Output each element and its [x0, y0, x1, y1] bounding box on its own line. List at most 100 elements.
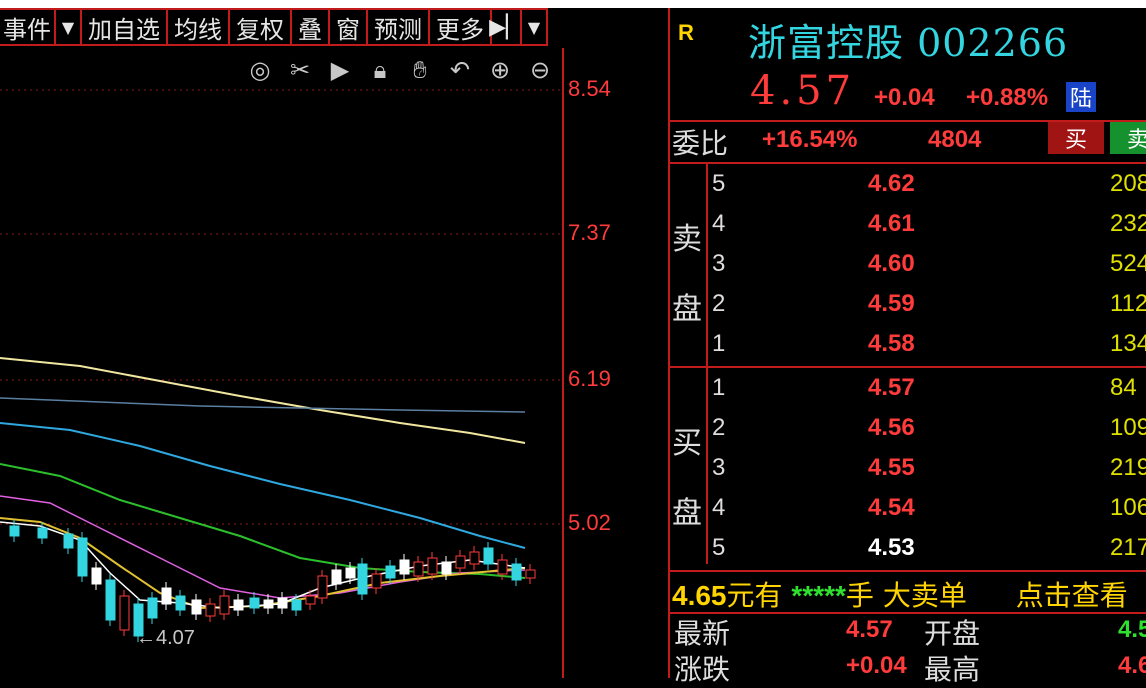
orderbook-price: 4.62: [868, 170, 915, 197]
candle-body: [9, 525, 20, 537]
ma-line-60: [0, 422, 526, 549]
candle-body: [331, 569, 342, 585]
candle-body: [291, 599, 302, 611]
divider: [670, 366, 1146, 368]
candle-body: [119, 595, 130, 631]
orderbook-price: 4.55: [868, 454, 915, 481]
divider: [670, 570, 1146, 572]
orderbook-volume: 524: [1110, 250, 1146, 277]
toolbar-label: 预测: [374, 15, 422, 44]
open-label: 开盘: [924, 617, 981, 650]
price-change: +0.04: [874, 84, 935, 111]
orderbook-volume: 134: [1110, 330, 1146, 357]
weibi-diff: 4804: [928, 126, 982, 153]
change-value: +0.04: [846, 652, 907, 679]
orderbook-price: 4.54: [868, 494, 915, 521]
toolbar-label: 事件: [3, 15, 51, 44]
orderbook-row[interactable]: 2 4.56 109: [670, 410, 1146, 450]
orderbook-price: 4.59: [868, 290, 915, 317]
orderbook-price: 4.61: [868, 210, 915, 237]
alert-view-link[interactable]: 点击查看: [1016, 579, 1128, 612]
alert-price: 4.65: [672, 580, 727, 611]
orderbook-row[interactable]: 5 4.62 208: [670, 166, 1146, 206]
orderbook-price: 4.58: [868, 330, 915, 357]
low-price-annotation: ←4.07: [136, 627, 195, 649]
axis-tick-label: 6.19: [568, 366, 611, 391]
arrow-right-icon[interactable]: ▶▏: [489, 8, 523, 46]
candlesticks: [9, 520, 536, 642]
candle-body: [37, 527, 48, 539]
divider: [670, 612, 1146, 614]
candle-body: [357, 563, 368, 595]
dropdown-glyph: ▼: [527, 17, 541, 37]
candle-body: [385, 565, 396, 579]
stock-title: 浙富控股 002266: [748, 21, 1069, 65]
chevron-down-icon[interactable]: ▼: [522, 8, 548, 46]
orderbook-volume: 217: [1110, 534, 1146, 561]
open-value: 4.5: [1118, 616, 1146, 643]
alert-hand: 手: [845, 579, 874, 612]
toolbar-events-button[interactable]: 事件: [0, 8, 56, 46]
buy-button[interactable]: 买: [1048, 122, 1104, 154]
toolbar-ma-button[interactable]: 均线: [168, 8, 230, 46]
candle-body: [483, 547, 494, 565]
kline-chart[interactable]: ←4.07: [0, 48, 562, 678]
toolbar-label: 均线: [174, 15, 222, 44]
orderbook-row[interactable]: 1 4.58 134: [670, 326, 1146, 366]
sell-button[interactable]: 卖: [1110, 122, 1146, 154]
orderbook-row[interactable]: 5 4.53 217: [670, 530, 1146, 570]
candle-body: [427, 557, 438, 575]
candle-body: [497, 559, 508, 575]
toolbar-window-button[interactable]: 窗: [330, 8, 368, 46]
orderbook-row[interactable]: 3 4.60 524: [670, 246, 1146, 286]
toolbar-add-watchlist-button[interactable]: 加自选: [82, 8, 168, 46]
candle-body: [345, 567, 356, 579]
grid-lines: [0, 89, 562, 525]
candle-body: [63, 533, 74, 549]
orderbook-price: 4.60: [868, 250, 915, 277]
orderbook-volume: 208: [1110, 170, 1146, 197]
candle-body: [191, 599, 202, 615]
toolbar-more-button[interactable]: 更多: [430, 8, 492, 46]
orderbook-row[interactable]: 1 4.57 84: [670, 370, 1146, 410]
candle-body: [413, 561, 424, 577]
orderbook-level: 1: [712, 330, 726, 357]
toolbar-forecast-button[interactable]: 预测: [368, 8, 430, 46]
candle-body: [175, 595, 186, 611]
dropdown-glyph: ▼: [61, 17, 75, 37]
market-badge: 陆: [1066, 82, 1096, 112]
orderbook-row[interactable]: 2 4.59 112: [670, 286, 1146, 326]
orderbook-level: 5: [712, 534, 726, 561]
big-order-alert[interactable]: 4.65元有 *****手 大卖单 点击查看: [672, 574, 1128, 614]
orderbook-row[interactable]: 4 4.61 232: [670, 206, 1146, 246]
price-axis: 8.54 7.37 6.19 5.02: [562, 48, 668, 678]
candle-body: [219, 595, 230, 615]
candle-body: [263, 599, 274, 609]
toolbar-overlay-button[interactable]: 叠: [292, 8, 330, 46]
latest-value: 4.57: [846, 616, 893, 643]
candle-body: [511, 563, 522, 581]
orderbook-row[interactable]: 4 4.54 1067: [670, 490, 1146, 530]
orderbook-price: 4.53: [868, 534, 915, 561]
alert-stars: *****: [791, 580, 846, 611]
toolbar-label: 更多: [436, 15, 484, 44]
candle-body: [147, 597, 158, 619]
orderbook-row[interactable]: 3 4.55 219: [670, 450, 1146, 490]
quote-panel: R 浙富控股 002266 4.57 +0.04 +0.88% 陆 委比 +16…: [668, 8, 1146, 686]
orderbook-level: 1: [712, 374, 726, 401]
orderbook-price: 4.57: [868, 374, 915, 401]
toolbar-label: 窗: [336, 15, 360, 44]
kline-svg[interactable]: ←4.07: [0, 48, 562, 678]
axis-tick-label: 5.02: [568, 510, 611, 535]
candle-body: [317, 575, 328, 599]
change-label: 涨跌: [674, 653, 731, 686]
toolbar-adjust-button[interactable]: 复权: [230, 8, 292, 46]
high-value: 4.6: [1118, 652, 1146, 679]
candle-body: [161, 587, 172, 605]
chevron-down-icon[interactable]: ▼: [56, 8, 82, 46]
orderbook-volume: 232: [1110, 210, 1146, 237]
weibi-label: 委比: [672, 127, 729, 160]
latest-price: 4.57: [750, 68, 856, 114]
orderbook-level: 2: [712, 414, 726, 441]
candle-body: [277, 597, 288, 609]
